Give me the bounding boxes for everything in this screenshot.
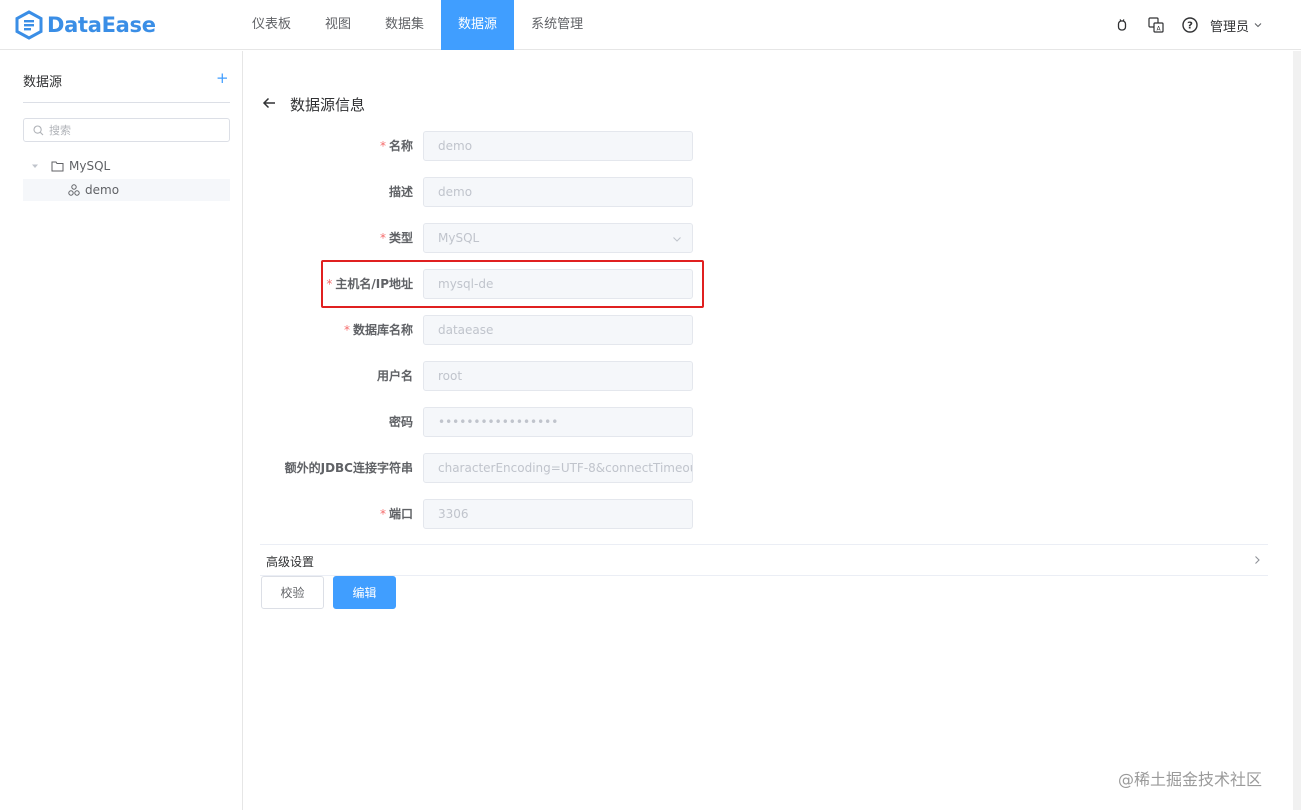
datasource-icon: [68, 184, 80, 196]
top-navbar: DataEase 仪表板 视图 数据集 数据源 系统管理 A ? 管理员: [0, 0, 1301, 50]
back-arrow-icon[interactable]: [262, 96, 276, 110]
nav-views[interactable]: 视图: [308, 0, 368, 50]
nav-datasets[interactable]: 数据集: [368, 0, 441, 50]
nav-datasources[interactable]: 数据源: [441, 0, 515, 50]
sidebar-search[interactable]: [23, 118, 230, 142]
help-icon[interactable]: ?: [1182, 17, 1198, 33]
chevron-down-icon[interactable]: [672, 234, 682, 244]
folder-icon: [51, 161, 64, 172]
chevron-down-icon[interactable]: [1253, 20, 1263, 30]
type-select-value: MySQL: [438, 231, 480, 245]
required-mark: *: [379, 231, 386, 245]
tree-node-demo[interactable]: demo: [23, 179, 230, 201]
password-input[interactable]: •••••••••••••••••: [423, 407, 693, 437]
field-label: 描述: [388, 185, 413, 199]
svg-text:?: ?: [1187, 21, 1193, 32]
tree-node-label: demo: [85, 183, 120, 197]
validate-button[interactable]: 校验: [261, 576, 324, 609]
form-row-database-name: * 数据库名称 dataease: [243, 315, 943, 345]
top-right-toolbar: A ? 管理员: [1096, 0, 1263, 50]
form-row-jdbc-params: 额外的JDBC连接字符串 characterEncoding=UTF-8&con…: [243, 453, 943, 483]
required-mark: *: [379, 139, 386, 153]
form-row-username: 用户名 root: [243, 361, 943, 391]
form-row-port: * 端口 3306: [243, 499, 943, 529]
tree-node-label: MySQL: [69, 159, 111, 173]
dataease-logo-icon: [15, 10, 43, 40]
search-icon: [33, 124, 44, 135]
search-input[interactable]: [49, 123, 219, 137]
watermark: @稀土掘金技术社区: [1118, 770, 1263, 789]
field-label: * 端口: [379, 507, 413, 521]
form-row-name: * 名称 demo: [243, 131, 943, 161]
username-input[interactable]: root: [423, 361, 693, 391]
advanced-settings-collapse[interactable]: 高级设置: [260, 544, 1268, 576]
page-title: 数据源信息: [290, 96, 366, 114]
name-input[interactable]: demo: [423, 131, 693, 161]
description-input[interactable]: demo: [423, 177, 693, 207]
main-nav: 仪表板 视图 数据集 数据源 系统管理: [235, 0, 600, 50]
field-label: 密码: [388, 415, 413, 429]
highlight-box: [321, 260, 704, 308]
port-input[interactable]: 3306: [423, 499, 693, 529]
required-mark: *: [343, 323, 350, 337]
nav-system-management[interactable]: 系统管理: [514, 0, 600, 50]
page-scrollbar[interactable]: [1293, 51, 1301, 810]
sidebar-divider: [23, 102, 230, 103]
app-logo[interactable]: DataEase: [14, 9, 156, 41]
type-select[interactable]: MySQL: [423, 223, 693, 253]
jdbc-params-input[interactable]: characterEncoding=UTF-8&connectTimeou: [423, 453, 693, 483]
datasource-detail-panel: 数据源信息 * 名称 demo 描述 demo * 类型 MySQL * 主机名/IP…: [243, 51, 1301, 810]
field-label: 额外的JDBC连接字符串: [284, 461, 413, 475]
nav-dashboard[interactable]: 仪表板: [235, 0, 308, 50]
database-name-input[interactable]: dataease: [423, 315, 693, 345]
logo-text: DataEase: [47, 13, 156, 37]
translate-icon[interactable]: A: [1148, 17, 1164, 33]
datasource-sidebar: 数据源 + MySQL demo: [0, 51, 243, 810]
edit-button[interactable]: 编辑: [333, 576, 396, 609]
sidebar-title: 数据源: [23, 75, 63, 90]
field-label: * 数据库名称: [343, 323, 413, 337]
field-label: * 名称: [379, 139, 413, 153]
chevron-right-icon[interactable]: [1252, 555, 1262, 565]
form-row-password: 密码 •••••••••••••••••: [243, 407, 943, 437]
form-row-description: 描述 demo: [243, 177, 943, 207]
advanced-settings-label: 高级设置: [266, 555, 315, 569]
user-menu[interactable]: 管理员: [1210, 16, 1249, 35]
form-row-type: * 类型 MySQL: [243, 223, 943, 253]
required-mark: *: [379, 507, 386, 521]
tree-node-mysql[interactable]: MySQL: [23, 155, 230, 177]
field-label: 用户名: [376, 369, 413, 383]
caret-down-icon[interactable]: [31, 162, 39, 170]
field-label: * 类型: [379, 231, 413, 245]
bug-icon[interactable]: [1114, 17, 1130, 33]
add-datasource-button[interactable]: +: [216, 69, 229, 87]
